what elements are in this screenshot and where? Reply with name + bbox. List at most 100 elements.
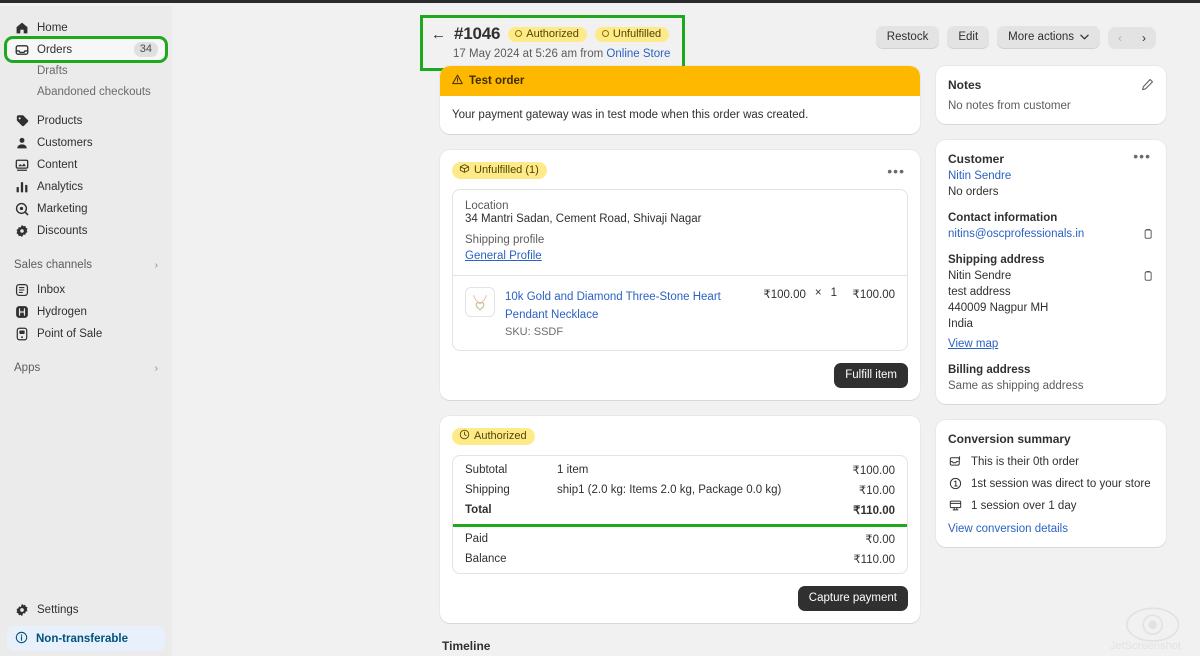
marketing-icon <box>14 201 29 216</box>
fulfillment-actions: Fulfill item <box>440 363 920 400</box>
conversion-item-label: 1st session was direct to your store <box>971 478 1151 490</box>
contact-email-row: nitins@oscprofessionals.in <box>948 224 1154 240</box>
sidebar-nav-top: Home Orders 34 Drafts Abandoned checkout… <box>0 6 172 382</box>
line-item-info: 10k Gold and Diamond Three-Stone Heart P… <box>505 287 755 338</box>
payment-row-balance: Balance ₹110.00 <box>453 549 907 569</box>
order-date: 17 May 2024 at 5:26 am from <box>453 48 606 60</box>
copy-icon[interactable] <box>1142 228 1154 240</box>
home-icon <box>14 20 29 35</box>
banner-title: Test order <box>469 75 524 87</box>
sidebar-section-label: Sales channels <box>14 259 155 271</box>
chevron-right-icon: › <box>155 260 158 271</box>
sidebar-item-discounts[interactable]: Discounts <box>7 220 165 241</box>
status-badge-authorized: Authorized <box>508 27 587 42</box>
sidebar-status-non-transferable[interactable]: Non-transferable <box>7 626 165 651</box>
shipping-address-row: Nitin Sendre test address 440009 Nagpur … <box>948 266 1154 330</box>
conversion-item-sessions: 1 session over 1 day <box>948 499 1154 512</box>
pencil-icon[interactable] <box>1141 78 1154 91</box>
customer-header: Customer ••• <box>948 152 1154 166</box>
restock-button[interactable]: Restock <box>876 26 940 49</box>
shipping-profile-link[interactable]: General Profile <box>465 250 542 262</box>
line-item-title[interactable]: 10k Gold and Diamond Three-Stone Heart P… <box>505 291 721 321</box>
sidebar-item-analytics[interactable]: Analytics <box>7 176 165 197</box>
multiply-symbol: × <box>806 287 831 299</box>
shipping-address-title: Shipping address <box>948 254 1154 266</box>
copy-icon[interactable] <box>1142 270 1154 282</box>
sidebar-subitem-label: Drafts <box>37 65 68 77</box>
status-dot-icon <box>602 30 609 37</box>
sidebar-item-label: Customers <box>37 137 158 149</box>
payment-row-shipping: Shipping ship1 (2.0 kg: Items 2.0 kg, Pa… <box>453 480 907 500</box>
customer-card: Customer ••• Nitin Sendre No orders Cont… <box>936 140 1166 404</box>
sidebar-subitem-label: Abandoned checkouts <box>37 86 151 98</box>
customer-email-link[interactable]: nitins@oscprofessionals.in <box>948 228 1084 240</box>
sidebar-item-label: Home <box>37 22 158 34</box>
more-actions-button[interactable]: More actions <box>997 26 1100 49</box>
sidebar-section-label: Apps <box>14 362 155 374</box>
fulfillment-card: Unfulfilled (1) ••• Location 34 Mantri S… <box>440 150 920 400</box>
customer-title: Customer <box>948 152 1004 166</box>
customers-icon <box>14 135 29 150</box>
conversion-item-orders: This is their 0th order <box>948 455 1154 468</box>
sidebar-item-drafts[interactable]: Drafts <box>7 61 165 81</box>
payment-actions: Capture payment <box>440 586 920 623</box>
more-horizontal-icon[interactable]: ••• <box>1130 152 1154 160</box>
first-session-icon <box>948 477 962 490</box>
sidebar-item-hydrogen[interactable]: Hydrogen <box>7 301 165 322</box>
fulfillment-card-body: Unfulfilled (1) ••• Location 34 Mantri S… <box>440 150 920 363</box>
order-title-block: ← #1046 Authorized Unfulfilled 17 May 20… <box>423 18 682 68</box>
notes-body: No notes from customer <box>948 100 1154 112</box>
edit-button[interactable]: Edit <box>947 26 989 49</box>
row-amount: ₹100.00 <box>853 463 896 477</box>
view-map-link[interactable]: View map <box>948 338 1154 350</box>
sidebar-item-abandoned-checkouts[interactable]: Abandoned checkouts <box>7 82 165 102</box>
sidebar-section-apps[interactable]: Apps › <box>7 357 165 379</box>
address-line: Nitin Sendre <box>948 270 1048 282</box>
customer-orders-count: No orders <box>948 186 1154 198</box>
sidebar-item-orders[interactable]: Orders 34 <box>7 39 165 60</box>
shipping-profile-label: Shipping profile <box>465 234 895 246</box>
back-arrow-icon[interactable]: ← <box>431 27 445 42</box>
view-conversion-details-link[interactable]: View conversion details <box>948 523 1154 535</box>
sidebar-item-point-of-sale[interactable]: Point of Sale <box>7 323 165 344</box>
payment-status-label: Authorized <box>474 430 527 442</box>
sidebar-item-settings[interactable]: Settings <box>7 599 165 620</box>
address-line: test address <box>948 286 1048 298</box>
row-amount: ₹110.00 <box>853 552 895 566</box>
sidebar-item-label: Point of Sale <box>37 328 158 340</box>
capture-payment-button[interactable]: Capture payment <box>798 586 908 611</box>
billing-address-title: Billing address <box>948 364 1154 376</box>
payment-row-paid: Paid ₹0.00 <box>453 529 907 549</box>
more-horizontal-icon[interactable]: ••• <box>884 167 908 175</box>
conversion-item-label: 1 session over 1 day <box>971 500 1076 512</box>
clock-icon <box>459 429 470 443</box>
row-amount: ₹110.00 <box>853 503 895 517</box>
status-badge-label: Unfulfilled <box>613 28 661 40</box>
status-dot-icon <box>515 30 522 37</box>
fulfill-item-button[interactable]: Fulfill item <box>834 363 908 388</box>
next-order-button[interactable]: › <box>1132 27 1156 49</box>
previous-order-button[interactable]: ‹ <box>1108 27 1132 49</box>
address-line: 440009 Nagpur MH <box>948 302 1048 314</box>
sidebar-item-label: Content <box>37 159 158 171</box>
sidebar-item-home[interactable]: Home <box>7 17 165 38</box>
page-title: #1046 <box>454 24 500 44</box>
sidebar-item-customers[interactable]: Customers <box>7 132 165 153</box>
analytics-icon <box>14 179 29 194</box>
order-title-row: ← #1046 Authorized Unfulfilled <box>431 24 670 44</box>
customer-name-link[interactable]: Nitin Sendre <box>948 170 1154 182</box>
sidebar-nav-bottom: Settings Non-transferable <box>0 599 172 656</box>
sidebar-item-inbox[interactable]: Inbox <box>7 279 165 300</box>
sidebar-item-marketing[interactable]: Marketing <box>7 198 165 219</box>
sidebar-section-sales-channels[interactable]: Sales channels › <box>7 254 165 276</box>
notes-header: Notes <box>948 78 1154 92</box>
row-label: Shipping <box>465 484 557 496</box>
status-badge-label: Authorized <box>526 28 579 40</box>
sidebar-item-content[interactable]: Content <box>7 154 165 175</box>
sidebar-item-products[interactable]: Products <box>7 110 165 131</box>
conversion-item-first-session: 1st session was direct to your store <box>948 477 1154 490</box>
sidebar-item-label: Inbox <box>37 284 158 296</box>
page-content: Test order Your payment gateway was in t… <box>172 66 1200 656</box>
address-line: India <box>948 318 1048 330</box>
order-source-link[interactable]: Online Store <box>606 48 670 60</box>
